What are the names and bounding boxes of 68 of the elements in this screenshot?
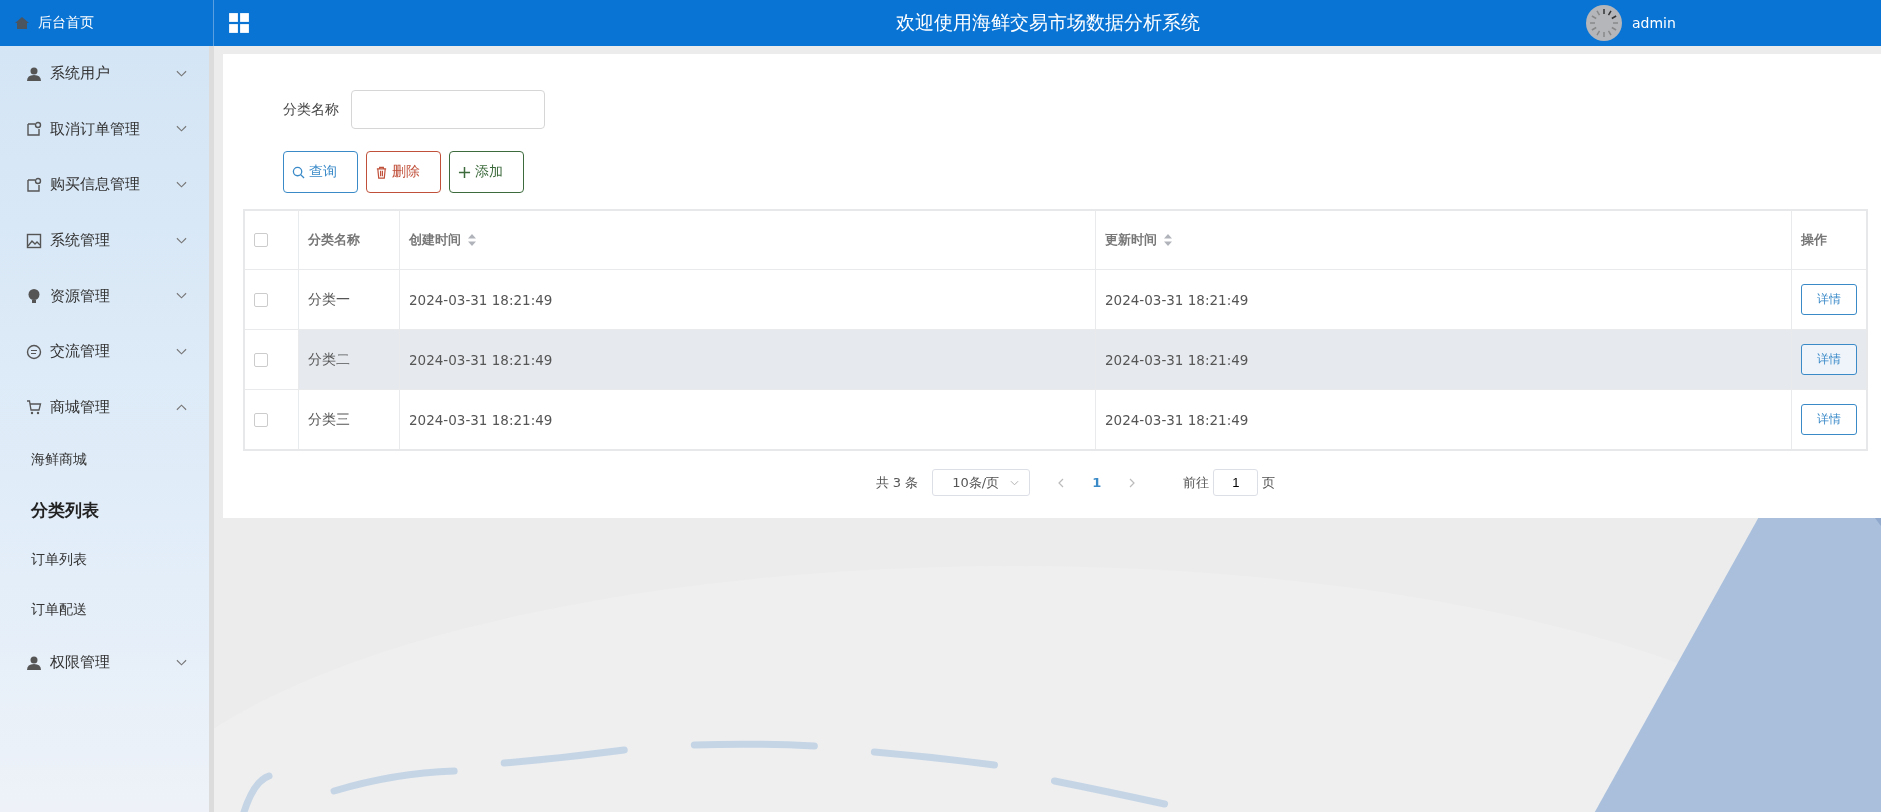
user-icon bbox=[26, 654, 42, 671]
column-header[interactable]: 更新时间 bbox=[1095, 210, 1792, 270]
trash-icon bbox=[375, 165, 388, 179]
chevron-down-icon bbox=[176, 292, 187, 301]
submenu-item[interactable]: 海鲜商城 bbox=[0, 435, 209, 486]
column-header[interactable]: 创建时间 bbox=[399, 210, 1096, 270]
submenu-item[interactable]: 订单列表 bbox=[0, 535, 209, 586]
table-cell: 分类一 bbox=[298, 269, 400, 330]
row-checkbox[interactable] bbox=[254, 412, 268, 427]
page-suffix: 页 bbox=[1262, 473, 1276, 492]
table-cell: 2024-03-31 18:21:49 bbox=[399, 269, 1096, 330]
page-number[interactable]: 1 bbox=[1092, 475, 1102, 490]
menu-item[interactable]: 系统管理 bbox=[0, 212, 209, 269]
search-button[interactable]: 查询 bbox=[283, 151, 358, 193]
details-button[interactable]: 详情 bbox=[1801, 344, 1857, 375]
chevron-down-icon bbox=[176, 347, 187, 356]
chevron-down-icon bbox=[176, 125, 187, 134]
delete-button[interactable]: 删除 bbox=[366, 151, 441, 193]
chat-icon bbox=[26, 343, 42, 360]
bulb-icon bbox=[26, 288, 42, 305]
details-button[interactable]: 详情 bbox=[1801, 284, 1857, 315]
document-icon bbox=[26, 177, 42, 193]
table-cell: 2024-03-31 18:21:49 bbox=[1095, 329, 1792, 390]
plus-icon bbox=[458, 165, 471, 179]
total-count: 共 3 条 bbox=[875, 473, 919, 492]
row-checkbox[interactable] bbox=[254, 292, 268, 307]
menu-item[interactable]: 交流管理 bbox=[0, 323, 209, 380]
cart-icon bbox=[26, 399, 42, 416]
submenu-item[interactable]: 订单配送 bbox=[0, 585, 209, 636]
select-all-checkbox[interactable] bbox=[254, 233, 268, 247]
details-button[interactable]: 详情 bbox=[1801, 404, 1857, 435]
search-icon bbox=[292, 165, 305, 179]
input-field[interactable] bbox=[351, 90, 545, 129]
table-cell: 2024-03-31 18:21:49 bbox=[1095, 269, 1792, 330]
document-icon bbox=[26, 121, 42, 138]
user-icon bbox=[26, 65, 42, 82]
field-label: 分类名称 bbox=[283, 100, 339, 119]
table-cell: 分类二 bbox=[298, 329, 400, 390]
avatar-icon[interactable] bbox=[1586, 5, 1622, 41]
chevron-down-icon bbox=[176, 236, 187, 245]
menu-item[interactable]: 商城管理 bbox=[0, 379, 209, 436]
row-checkbox[interactable] bbox=[254, 352, 268, 367]
menu-item[interactable]: 系统用户 bbox=[0, 46, 209, 102]
table-cell: 2024-03-31 18:21:49 bbox=[399, 329, 1096, 390]
menu-item[interactable]: 权限管理 bbox=[0, 635, 209, 691]
sort-icon[interactable] bbox=[1164, 234, 1172, 246]
goto-label: 前往 bbox=[1183, 473, 1210, 492]
chevron-down-icon bbox=[176, 69, 187, 78]
chevron-down-icon bbox=[176, 181, 187, 189]
column-header: 分类名称 bbox=[298, 210, 400, 270]
next-page-icon[interactable] bbox=[1129, 477, 1136, 488]
image-icon bbox=[26, 232, 42, 249]
chevron-up-icon bbox=[176, 403, 187, 412]
menu-item[interactable]: 资源管理 bbox=[0, 268, 209, 324]
add-button[interactable]: 添加 bbox=[449, 151, 524, 193]
sort-icon[interactable] bbox=[468, 234, 476, 246]
previous-page-icon[interactable] bbox=[1058, 477, 1065, 488]
menu-item[interactable]: 取消订单管理 bbox=[0, 101, 209, 158]
page-title: 欢迎使用海鲜交易市场数据分析系统 bbox=[895, 10, 1200, 35]
chevron-down-icon bbox=[176, 658, 187, 667]
user-name[interactable]: admin bbox=[1632, 15, 1676, 31]
chevron-down-icon bbox=[1010, 479, 1020, 486]
page-input[interactable]: 1 bbox=[1213, 469, 1259, 496]
menu-icon[interactable] bbox=[228, 12, 250, 34]
submenu-item[interactable]: 分类列表 bbox=[0, 485, 209, 536]
home-icon bbox=[14, 15, 30, 31]
page-size-select[interactable]: 10条/页 bbox=[932, 469, 1031, 496]
menu-item[interactable]: 购买信息管理 bbox=[0, 157, 209, 213]
